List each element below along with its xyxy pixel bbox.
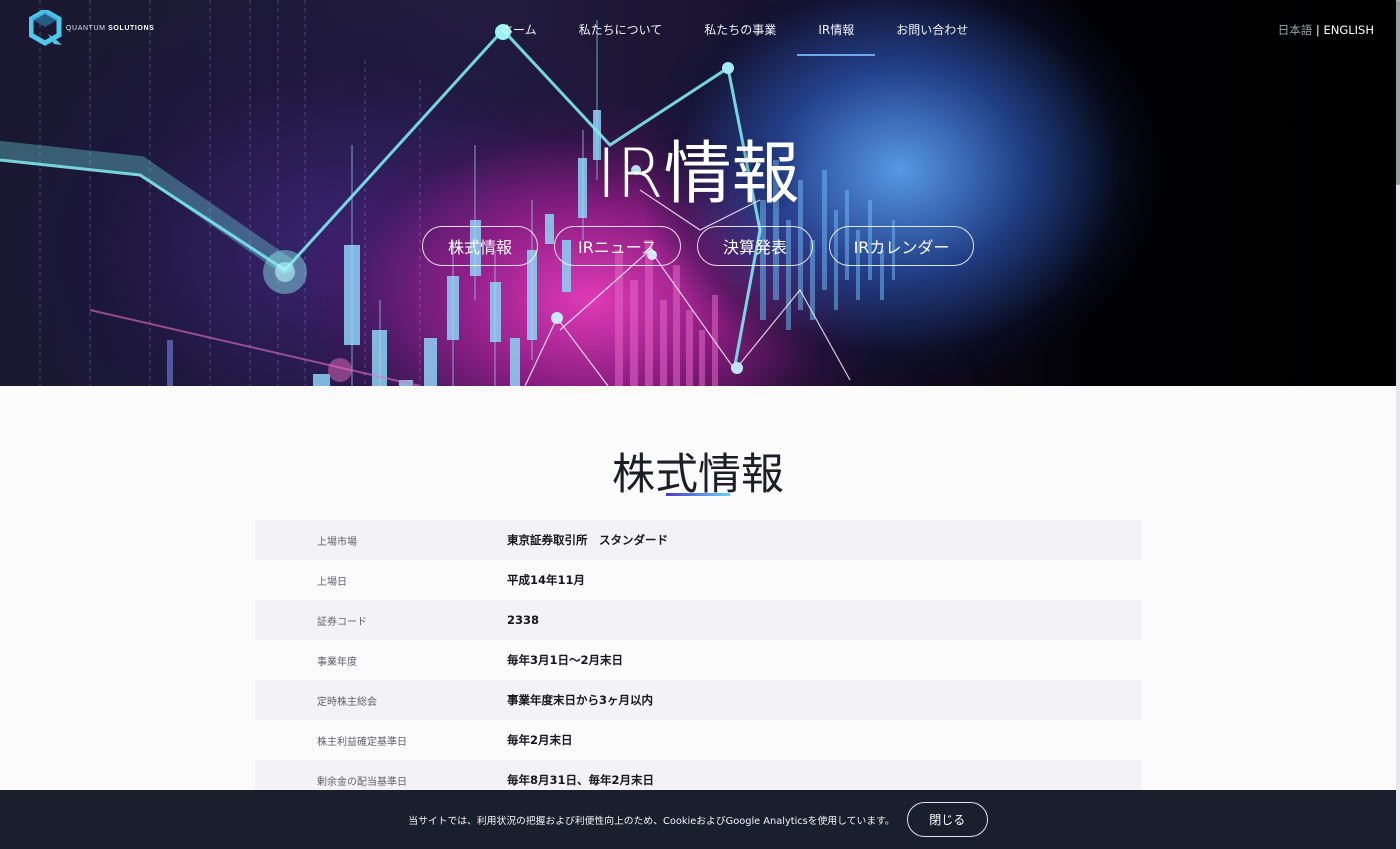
hero-link-ir-news[interactable]: IRニュース [554,226,681,266]
hero-link-financial-results[interactable]: 決算発表 [697,226,813,266]
row-label: 株主利益確定基準日 [317,736,407,748]
nav-item-label: お問い合わせ [896,22,969,37]
nav-item-home[interactable]: ホーム [480,0,558,58]
row-value: 2338 [507,613,540,627]
nav-item-label: IR情報 [818,22,855,37]
lang-separator: | [1312,23,1324,37]
row-label: 事業年度 [317,656,357,668]
row-value: 毎年8月31日、毎年2月末日 [507,773,655,787]
table-row: 事業年度 毎年3月1日～2月末日 [255,640,1141,680]
row-value: 事業年度末日から3ヶ月以内 [507,693,654,707]
row-label: 剰余金の配当基準日 [317,776,407,788]
cookie-consent-bar: 当サイトでは、利用状況の把握および利便性向上のため、CookieおよびGoogl… [0,790,1396,849]
hero-link-stock-info[interactable]: 株式情報 [422,226,538,266]
nav-item-about[interactable]: 私たちについて [558,0,684,58]
lang-japanese-link[interactable]: 日本語 [1278,23,1313,37]
brand-logo[interactable]: QUANTUM SOLUTIONS [29,10,154,46]
main-nav: ホーム 私たちについて 私たちの事業 IR情報 お問い合わせ [480,0,989,58]
hero-banner: QUANTUM SOLUTIONS ホーム 私たちについて 私たちの事業 IR情… [0,0,1396,386]
row-value: 毎年2月末日 [507,733,573,747]
nav-item-label: 私たちについて [578,22,663,37]
row-label: 上場日 [317,576,347,588]
cookie-close-button[interactable]: 閉じる [906,802,988,837]
hero-link-label: 株式情報 [447,238,512,257]
row-value: 毎年3月1日～2月末日 [507,653,624,667]
hero-link-label: IRニュース [577,238,658,257]
section-title-underline [666,493,730,496]
hero-link-ir-calendar[interactable]: IRカレンダー [829,226,974,266]
page-scrollbar[interactable] [1396,0,1400,849]
row-label: 定時株主総会 [317,696,377,708]
quantum-q-icon [29,10,62,46]
nav-item-contact[interactable]: お問い合わせ [875,0,989,58]
lang-english-link[interactable]: ENGLISH [1323,23,1374,37]
row-label: 証券コード [317,616,367,628]
table-row: 上場日 平成14年11月 [255,560,1141,600]
table-row: 上場市場 東京証券取引所 スタンダード [255,520,1141,560]
table-row: 証券コード 2338 [255,600,1141,640]
hero-link-label: 決算発表 [722,238,787,257]
nav-item-business[interactable]: 私たちの事業 [683,0,797,58]
language-switcher: 日本語 | ENGLISH [1278,22,1374,38]
row-value: 東京証券取引所 スタンダード [507,533,668,547]
cookie-notice-text: 当サイトでは、利用状況の把握および利便性向上のため、CookieおよびGoogl… [408,815,895,827]
table-row: 株主利益確定基準日 毎年2月末日 [255,720,1141,760]
table-row: 定時株主総会 事業年度末日から3ヶ月以内 [255,680,1141,720]
nav-item-ir[interactable]: IR情報 [797,0,876,58]
brand-name: QUANTUM SOLUTIONS [66,24,155,32]
scrollbar-thumb[interactable] [1396,0,1400,185]
row-label: 上場市場 [317,536,357,548]
stock-info-table: 上場市場 東京証券取引所 スタンダード 上場日 平成14年11月 証券コード 2… [255,520,1141,800]
nav-item-label: ホーム [501,22,537,37]
row-value: 平成14年11月 [507,573,586,587]
hero-title: IR情報 [596,135,800,214]
nav-item-label: 私たちの事業 [704,22,777,37]
hero-link-label: IRカレンダー [853,238,950,257]
